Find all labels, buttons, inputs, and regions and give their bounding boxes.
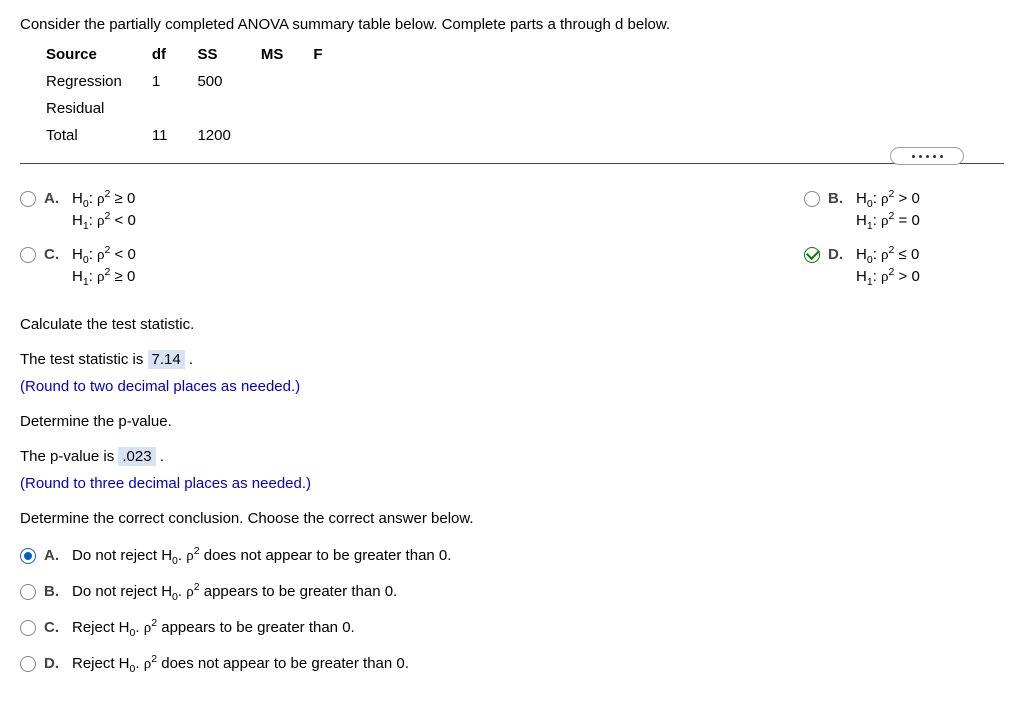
- divider: [20, 163, 1004, 164]
- anova-table: Source df SS MS F Regression 1 500 Resid…: [46, 41, 1004, 149]
- option-letter: B.: [828, 188, 848, 209]
- col-ms: MS: [261, 41, 314, 68]
- option-body: Do not reject H0. ρ2 does not appear to …: [72, 545, 451, 567]
- option-letter: D.: [44, 653, 64, 674]
- conclusion-option-c[interactable]: C. Reject H0. ρ2 appears to be greater t…: [20, 617, 1004, 639]
- radio-icon[interactable]: [20, 620, 36, 636]
- option-letter: A.: [44, 188, 64, 209]
- radio-icon[interactable]: [20, 191, 36, 207]
- conclusion-option-d[interactable]: D. Reject H0. ρ2 does not appear to be g…: [20, 653, 1004, 675]
- radio-icon[interactable]: [804, 191, 820, 207]
- more-dots-button[interactable]: [890, 147, 964, 165]
- stat-hint: (Round to two decimal places as needed.): [20, 376, 1004, 397]
- radio-correct-icon[interactable]: [804, 247, 820, 263]
- option-d[interactable]: D. H0: ρ2 ≤ 0 H1: ρ2 > 0: [804, 244, 1004, 288]
- option-letter: B.: [44, 581, 64, 602]
- table-row: Total 11 1200: [46, 122, 353, 149]
- pvalue-sentence: The p-value is .023 .: [20, 446, 1004, 467]
- radio-selected-icon[interactable]: [20, 548, 36, 564]
- cell: 11: [152, 122, 198, 149]
- table-row: Residual: [46, 95, 353, 122]
- radio-icon[interactable]: [20, 584, 36, 600]
- option-body: H0: ρ2 < 0 H1: ρ2 ≥ 0: [72, 244, 136, 288]
- stat-sentence: The test statistic is 7.14 .: [20, 349, 1004, 370]
- option-letter: C.: [44, 617, 64, 638]
- conclusion-option-a[interactable]: A. Do not reject H0. ρ2 does not appear …: [20, 545, 1004, 567]
- option-letter: D.: [828, 244, 848, 265]
- conclusion-label: Determine the correct conclusion. Choose…: [20, 508, 1004, 529]
- radio-icon[interactable]: [20, 656, 36, 672]
- table-row: Regression 1 500: [46, 68, 353, 95]
- option-body: H0: ρ2 ≤ 0 H1: ρ2 > 0: [856, 244, 920, 288]
- option-c[interactable]: C. H0: ρ2 < 0 H1: ρ2 ≥ 0: [20, 244, 560, 288]
- radio-icon[interactable]: [20, 247, 36, 263]
- col-f: F: [313, 41, 352, 68]
- col-ss: SS: [197, 41, 260, 68]
- pvalue-label: Determine the p-value.: [20, 411, 1004, 432]
- cell: Regression: [46, 68, 152, 95]
- pvalue-hint: (Round to three decimal places as needed…: [20, 473, 1004, 494]
- cell: 500: [197, 68, 260, 95]
- cell: 1200: [197, 122, 260, 149]
- option-body: H0: ρ2 > 0 H1: ρ2 = 0: [856, 188, 920, 232]
- cell: Total: [46, 122, 152, 149]
- option-body: Reject H0. ρ2 does not appear to be grea…: [72, 653, 409, 675]
- option-letter: A.: [44, 545, 64, 566]
- stat-value[interactable]: 7.14: [148, 350, 185, 369]
- question-intro: Consider the partially completed ANOVA s…: [20, 14, 1004, 35]
- option-b[interactable]: B. H0: ρ2 > 0 H1: ρ2 = 0: [804, 188, 1004, 232]
- conclusion-option-b[interactable]: B. Do not reject H0. ρ2 appears to be gr…: [20, 581, 1004, 603]
- option-letter: C.: [44, 244, 64, 265]
- option-body: H0: ρ2 ≥ 0 H1: ρ2 < 0: [72, 188, 136, 232]
- option-body: Reject H0. ρ2 appears to be greater than…: [72, 617, 355, 639]
- option-a[interactable]: A. H0: ρ2 ≥ 0 H1: ρ2 < 0: [20, 188, 560, 232]
- pvalue-value[interactable]: .023: [118, 447, 155, 466]
- cell: Residual: [46, 95, 152, 122]
- cell: 1: [152, 68, 198, 95]
- option-body: Do not reject H0. ρ2 appears to be great…: [72, 581, 397, 603]
- col-df: df: [152, 41, 198, 68]
- col-source: Source: [46, 41, 152, 68]
- calc-stat-label: Calculate the test statistic.: [20, 314, 1004, 335]
